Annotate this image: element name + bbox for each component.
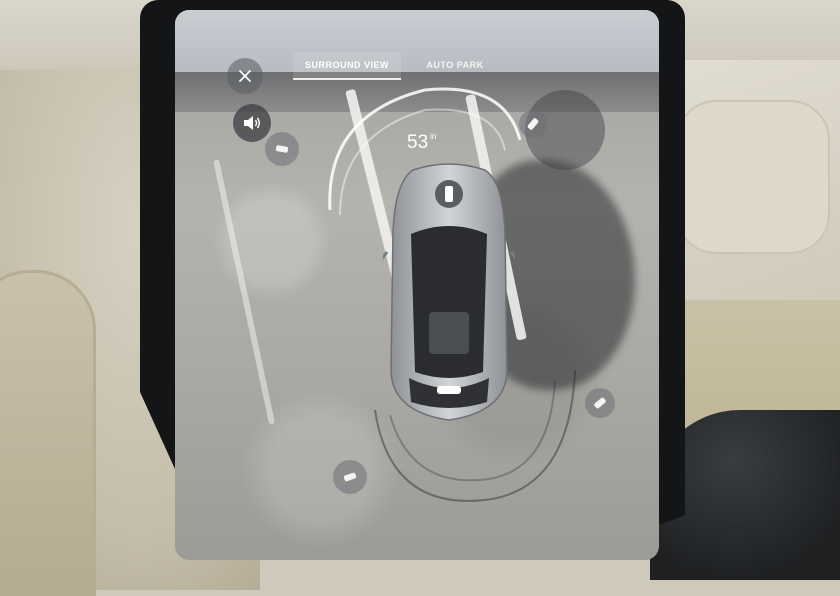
tab-auto-park[interactable]: AUTO PARK bbox=[401, 52, 509, 78]
close-button[interactable] bbox=[227, 58, 263, 94]
surround-view-screen: SURROUND VIEW AUTO PARK 53 in bbox=[175, 10, 659, 560]
tab-surround-view[interactable]: SURROUND VIEW bbox=[293, 52, 401, 80]
view-tabs: SURROUND VIEW AUTO PARK bbox=[293, 52, 509, 80]
sensor-front-left[interactable] bbox=[265, 132, 299, 166]
sensor-front-right[interactable] bbox=[519, 110, 547, 138]
sound-toggle-button[interactable] bbox=[233, 104, 271, 142]
sensor-rear-right[interactable] bbox=[585, 388, 615, 418]
speaker-icon bbox=[244, 116, 260, 130]
car-top-view bbox=[383, 163, 515, 421]
distance-value: 53 bbox=[407, 132, 429, 153]
door-panel bbox=[676, 100, 830, 254]
distance-unit: in bbox=[430, 132, 437, 141]
distance-readout: 53 in bbox=[407, 132, 436, 154]
close-icon bbox=[239, 70, 251, 82]
sensor-rear-left[interactable] bbox=[333, 460, 367, 494]
left-floor-mat bbox=[0, 270, 96, 596]
